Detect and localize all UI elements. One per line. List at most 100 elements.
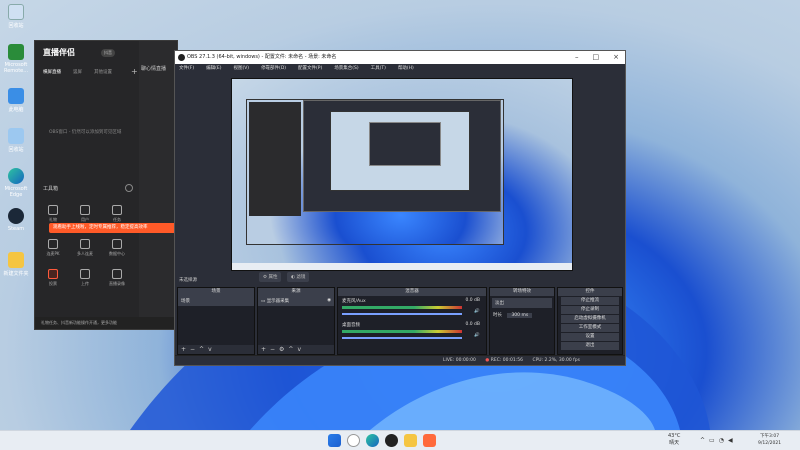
nested-live-app [249, 102, 301, 216]
search-icon[interactable] [347, 434, 360, 447]
nested-preview-3 [369, 122, 441, 166]
tab-landscape[interactable]: 横屏直播 [43, 69, 61, 75]
stop-recording-button[interactable]: 停止录制 [561, 306, 619, 314]
mixer-dock-title: 混音器 [338, 288, 486, 296]
scenes-dock-controls[interactable]: +−^v [178, 345, 254, 354]
desktop-icon-pc[interactable]: 此电脑 [2, 88, 30, 113]
source-toolbar: 未选择源 [175, 275, 625, 285]
nested-preview-2 [330, 111, 470, 191]
tool-task[interactable]: 任务 [105, 205, 129, 223]
tool-upload[interactable]: 上传 [73, 269, 97, 287]
scenes-dock-title: 场景 [178, 288, 254, 296]
menu-docks[interactable]: 停靠部件(D) [261, 64, 286, 74]
menu-profile[interactable]: 配置文件(P) [298, 64, 322, 74]
live-app-icon[interactable] [423, 434, 436, 447]
task-icon [112, 205, 122, 215]
weather-widget[interactable]: 43°C 晴天 [668, 433, 680, 447]
rec-dot-icon: ● [485, 358, 490, 363]
desktop-volume-slider[interactable] [342, 337, 462, 339]
recycle-bin-icon [8, 4, 24, 20]
windows-start-icon[interactable] [328, 434, 341, 447]
preview-canvas[interactable] [231, 78, 573, 271]
scene-item[interactable]: 场景 [178, 296, 254, 306]
controls-dock-title: 控件 [558, 288, 622, 296]
menu-help[interactable]: 帮助(H) [398, 64, 414, 74]
tool-user[interactable]: 用户 [73, 205, 97, 223]
exit-button[interactable]: 退出 [561, 342, 619, 350]
obs-icon[interactable] [385, 434, 398, 447]
system-tray[interactable]: ^▭◔◀ [700, 437, 737, 444]
remote-desktop-icon [8, 44, 24, 60]
mic-volume-slider[interactable] [342, 313, 462, 315]
tab-portrait[interactable]: 竖屏 [73, 69, 82, 75]
user-icon [80, 205, 90, 215]
desktop-level-meter [342, 330, 462, 333]
vote-icon [48, 269, 58, 279]
chevron-up-icon[interactable]: ^ [700, 437, 709, 444]
network-icon[interactable]: ▭ [709, 437, 719, 444]
desktop-icon-steam[interactable]: Steam [2, 208, 30, 232]
tool-data[interactable]: 数据中心 [105, 239, 129, 257]
transition-select[interactable]: 淡出 [492, 298, 552, 308]
menu-tools[interactable]: 工具(T) [371, 64, 386, 74]
filters-button[interactable]: ◐ 滤镜 [287, 272, 310, 282]
taskbar-clock[interactable]: 下午3:07 9/12/2021 [758, 433, 781, 447]
recycle-icon [8, 128, 24, 144]
tools-settings-icon[interactable] [125, 184, 133, 192]
live-status: LIVE: 00:00:00 [443, 358, 476, 363]
add-scene-icon[interactable]: + [131, 67, 138, 76]
studio-mode-button[interactable]: 工作室模式 [561, 324, 619, 332]
tool-vote[interactable]: 投票 [41, 269, 65, 287]
promo-tip[interactable]: 观看助手上线啦，定时专属推荐，稳定提高效率 [49, 223, 177, 233]
transitions-dock: 转场特效 淡出 时长 300 ms [489, 287, 555, 355]
desktop-icon-remote[interactable]: Microsoft Remote... [2, 44, 30, 74]
nested-taskbar [232, 263, 572, 270]
tool-record[interactable]: 直播录像 [105, 269, 129, 287]
volume-icon[interactable]: ◀ [728, 437, 737, 444]
desktop-icon-recycle[interactable]: 回收站 [2, 4, 30, 29]
scenes-dock: 场景 场景 +−^v [177, 287, 255, 355]
settings-button[interactable]: 设置 [561, 333, 619, 341]
live-app-version: 抖音 [101, 49, 115, 57]
menu-scene-collection[interactable]: 场景集合(S) [334, 64, 358, 74]
live-app-sidebar: 直播伴侣 抖音 横屏直播 竖屏 其他设置 + OBS窗口 - 仍然可以添加到可见… [35, 41, 139, 329]
obs-window[interactable]: OBS 27.1.3 (64-bit, windows) - 配置文件: 未命名… [174, 50, 626, 366]
transitions-dock-title: 转场特效 [490, 288, 554, 296]
explorer-icon[interactable] [404, 434, 417, 447]
menu-edit[interactable]: 编辑(E) [206, 64, 221, 74]
tab-other[interactable]: 其他设置 [94, 69, 112, 75]
desktop-speaker-icon[interactable]: 🔊 [474, 333, 480, 338]
desktop-icon-recycle2[interactable]: 回收站 [2, 128, 30, 153]
desktop-icon-edge[interactable]: Microsoft Edge [2, 168, 30, 198]
menu-file[interactable]: 文件(F) [179, 64, 194, 74]
nested-desktop-capture [246, 99, 504, 245]
this-pc-icon [8, 88, 24, 104]
tool-gift[interactable]: 礼物 [41, 205, 65, 223]
folder-icon [8, 252, 24, 268]
tool-multi[interactable]: 多人连麦 [73, 239, 97, 257]
close-icon[interactable]: × [613, 51, 619, 64]
transition-duration[interactable]: 时长 300 ms [490, 310, 554, 320]
virtual-camera-button[interactable]: 启动虚拟摄像机 [561, 315, 619, 323]
pk-icon [48, 239, 58, 249]
nested-obs-window [303, 100, 501, 212]
menu-view[interactable]: 视图(V) [233, 64, 249, 74]
stop-streaming-button[interactable]: 停止推流 [561, 297, 619, 305]
tool-pk[interactable]: 连麦PK [41, 239, 65, 257]
mixer-dock: 混音器 麦克风/Aux 0.0 dB 🔊 桌面音频 0.0 dB 🔊 [337, 287, 487, 355]
properties-button[interactable]: ⚙ 属性 [259, 272, 282, 282]
mixer-channel-mic: 麦克风/Aux 0.0 dB 🔊 [342, 298, 480, 315]
desktop-icon-folder[interactable]: 新建文件夹 [2, 252, 30, 277]
edge-icon[interactable] [366, 434, 379, 447]
preview-area [175, 74, 625, 274]
visibility-icon[interactable]: ◉ [327, 298, 331, 303]
mic-speaker-icon[interactable]: 🔊 [474, 309, 480, 314]
wifi-icon[interactable]: ◔ [719, 437, 728, 444]
live-app-window[interactable]: 直播伴侣 抖音 横屏直播 竖屏 其他设置 + OBS窗口 - 仍然可以添加到可见… [34, 40, 178, 330]
source-item[interactable]: ▭ 显示器采集 ◉ [258, 296, 334, 306]
multi-icon [80, 239, 90, 249]
sources-dock-controls[interactable]: +−⚙^v [258, 345, 334, 354]
minimize-icon[interactable]: – [575, 51, 579, 64]
maximize-icon[interactable]: □ [593, 51, 600, 64]
mic-level-meter [342, 306, 462, 309]
